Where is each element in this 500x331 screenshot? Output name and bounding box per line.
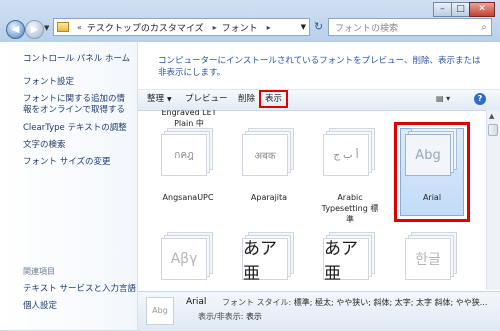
font-preview: Abg <box>405 128 457 176</box>
font-preview: あア亜 <box>323 232 375 284</box>
delete-button[interactable]: 削除 <box>238 93 255 105</box>
font-style-row: フォント スタイル: 標準; 極太; やや狭い; 斜体; 太字; 太字 斜体; … <box>222 297 487 308</box>
font-style-label: フォント スタイル: <box>222 298 292 307</box>
visibility-value: 表示 <box>245 312 262 321</box>
font-item-japanese-1[interactable]: あア亜 <box>231 232 307 290</box>
address-bar[interactable]: « テスクトップのカスタマイズ ▸ フォント ▸ ▼ <box>53 18 310 36</box>
preview-button[interactable]: プレビュー <box>185 93 228 105</box>
font-item-label: Engraved LET Plain 中 <box>161 110 217 128</box>
font-sample: अबक <box>242 134 288 176</box>
help-icon[interactable]: ? <box>474 93 486 105</box>
font-item-arabic-typesetting[interactable]: أ ب ج Arabic Typesetting 標準 <box>312 128 388 224</box>
visibility-row: 表示/非表示: 表示 <box>198 311 262 322</box>
breadcrumb-customize[interactable]: テスクトップのカスタマイズ <box>87 21 204 34</box>
back-button[interactable]: ◀ <box>6 20 25 39</box>
maximize-button[interactable]: □ <box>451 2 470 17</box>
sidebar-item-text-services[interactable]: テキスト サービスと入力言語 <box>23 284 136 295</box>
font-sample: あア亜 <box>323 238 369 284</box>
sidebar-item-find-character[interactable]: 文字の検索 <box>23 140 66 151</box>
navigation-pane: コントロール パネル ホーム フォント設定 フォントに関する追加の情報をオンライ… <box>0 42 138 330</box>
fonts-window: – □ ✕ ◀ ▶ ▼ « テスクトップのカスタマイズ ▸ フォント ▸ ▼ ↻… <box>0 0 500 331</box>
minimize-button[interactable]: – <box>433 2 452 17</box>
font-preview: अबक <box>242 128 294 176</box>
sidebar-item-cleartype[interactable]: ClearType テキストの調整 <box>23 123 127 134</box>
sidebar-item-change-font-size[interactable]: フォント サイズの変更 <box>23 157 110 168</box>
font-preview: あア亜 <box>242 232 294 284</box>
font-list[interactable]: Engraved LET Plain 中 กคฎ AngsanaUPC अबक … <box>138 110 486 290</box>
font-item-japanese-2[interactable]: あア亜 <box>312 232 388 290</box>
font-style-value: 標準; 極太; やや狭い; 斜体; 太字; 太字 斜体; やや狭... <box>293 298 488 307</box>
view-options-icon[interactable]: ▤ ▾ <box>436 94 450 103</box>
selected-font-name: Arial <box>186 297 207 307</box>
font-item-arial[interactable]: Abg Arial <box>394 128 470 218</box>
page-description: コンピューターにインストールされているフォントをプレビュー、削除、表示または非表… <box>158 56 481 78</box>
font-item-label: Aparajita <box>250 193 288 202</box>
title-bar: – □ ✕ ◀ ▶ ▼ « テスクトップのカスタマイズ ▸ フォント ▸ ▼ ↻… <box>0 0 500 42</box>
search-box[interactable]: フォントの検索 ⌕ <box>328 18 492 36</box>
font-item-label: AngsanaUPC <box>162 193 214 202</box>
organize-label: 整理 <box>147 94 165 104</box>
sidebar-item-control-panel-home[interactable]: コントロール パネル ホーム <box>23 54 130 65</box>
vertical-scrollbar[interactable]: ▲ <box>486 110 500 290</box>
chevron-down-icon: ▼ <box>167 96 172 103</box>
scrollbar-thumb[interactable] <box>488 124 498 136</box>
font-item-label: Arial <box>422 193 442 202</box>
search-input[interactable]: フォントの検索 <box>329 21 477 34</box>
forward-button[interactable]: ▶ <box>25 20 44 39</box>
close-button[interactable]: ✕ <box>469 2 495 17</box>
visibility-label: 表示/非表示: <box>198 312 244 321</box>
related-heading: 関連項目 <box>23 267 55 276</box>
font-item-aparajita[interactable]: अबक Aparajita <box>231 128 307 218</box>
scroll-up-icon[interactable]: ▲ <box>489 112 494 120</box>
sidebar-item-font-settings[interactable]: フォント設定 <box>23 77 74 88</box>
show-button[interactable]: 表示 <box>259 90 289 108</box>
command-bar: 整理 ▼ プレビュー 削除 表示 ▤ ▾ ? <box>138 89 500 111</box>
breadcrumb-separator-icon[interactable]: ▸ <box>213 23 217 32</box>
breadcrumb-separator-icon[interactable]: ▸ <box>267 23 271 32</box>
breadcrumb-fonts[interactable]: フォント <box>222 21 258 34</box>
organize-button[interactable]: 整理 ▼ <box>147 93 172 106</box>
font-sample: 한글 <box>405 238 451 280</box>
search-icon[interactable]: ⌕ <box>477 22 491 33</box>
font-preview: Αβγ <box>161 232 213 280</box>
font-sample: Αβγ <box>161 238 207 280</box>
font-sample: あア亜 <box>242 238 288 284</box>
font-sample: กคฎ <box>161 134 207 176</box>
selected-font-thumbnail: Abg <box>146 297 174 325</box>
font-item-korean[interactable]: 한글 <box>394 232 470 290</box>
folder-icon <box>57 22 69 32</box>
recent-pages-dropdown[interactable]: ▼ <box>44 24 49 32</box>
font-item-label: Arabic Typesetting 標準 <box>321 193 379 224</box>
refresh-icon[interactable]: ↻ <box>314 20 323 33</box>
font-item-angsanaupc[interactable]: กคฎ AngsanaUPC <box>150 128 226 218</box>
content-pane: コンピューターにインストールされているフォントをプレビュー、削除、表示または非表… <box>138 42 500 331</box>
overflow-chevron-icon[interactable]: « <box>77 23 82 32</box>
details-pane: Abg Arial フォント スタイル: 標準; 極太; やや狭い; 斜体; 太… <box>138 291 500 331</box>
font-sample: أ ب ج <box>323 134 369 176</box>
address-dropdown-icon[interactable]: ▼ <box>301 23 306 31</box>
font-sample: Abg <box>405 134 451 176</box>
sidebar-item-personalization[interactable]: 個人設定 <box>23 301 57 312</box>
font-preview: 한글 <box>405 232 457 280</box>
sidebar-item-get-font-info-online[interactable]: フォントに関する追加の情報をオンラインで取得する <box>23 94 133 116</box>
font-preview: أ ب ج <box>323 128 375 176</box>
font-preview: กคฎ <box>161 128 213 176</box>
font-item-greek[interactable]: Αβγ <box>150 232 226 290</box>
